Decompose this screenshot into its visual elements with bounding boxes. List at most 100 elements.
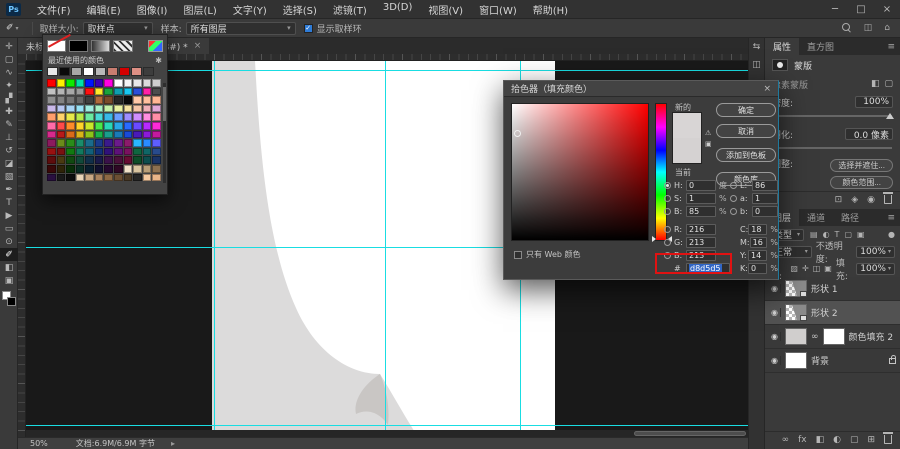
- swatch-108[interactable]: [47, 156, 56, 164]
- swatch-134[interactable]: [66, 173, 75, 182]
- collapsed-panel-icon[interactable]: ◫: [752, 60, 761, 70]
- swatch-131[interactable]: [152, 164, 161, 173]
- swatch-90[interactable]: [104, 139, 114, 147]
- swatch-132[interactable]: [47, 173, 56, 182]
- swatch-33[interactable]: [133, 96, 142, 104]
- status-expand-icon[interactable]: ▸: [171, 439, 175, 448]
- swatch-64[interactable]: [85, 121, 94, 130]
- adjustment-layer-icon[interactable]: ◐: [833, 435, 841, 445]
- new-group-icon[interactable]: ▢: [850, 435, 859, 445]
- mask-visibility-icon[interactable]: ◉: [867, 195, 875, 205]
- color-field-marker[interactable]: [514, 130, 521, 137]
- sample-size-dropdown[interactable]: 取样点 ▾: [82, 21, 153, 35]
- scrollbar-thumb[interactable]: [634, 431, 746, 436]
- swatch-30[interactable]: [104, 96, 114, 104]
- layer-visibility-icon[interactable]: ◉: [769, 284, 781, 293]
- swatch-140[interactable]: [123, 173, 133, 182]
- layer-row-fill-2[interactable]: ◉ ∞ 颜色填充 2: [765, 325, 900, 349]
- swatch-9[interactable]: [133, 79, 142, 87]
- swatch-79[interactable]: [114, 130, 123, 139]
- hex-field[interactable]: d8d5d5: [686, 263, 730, 274]
- swatch-62[interactable]: [66, 121, 75, 130]
- magic-wand-tool[interactable]: ✦: [0, 79, 18, 92]
- recent-swatch-6[interactable]: [119, 67, 130, 76]
- swatch-117[interactable]: [133, 156, 142, 164]
- a-radio[interactable]: [730, 195, 737, 202]
- recent-swatch-4[interactable]: [95, 67, 106, 76]
- B-radio[interactable]: [664, 252, 671, 259]
- swatch-40[interactable]: [85, 104, 94, 113]
- swatch-96[interactable]: [47, 147, 56, 156]
- swatch-129[interactable]: [133, 164, 142, 173]
- swatch-81[interactable]: [133, 130, 142, 139]
- dialog-title-bar[interactable]: 拾色器（填充颜色） ×: [504, 81, 778, 97]
- swatch-49[interactable]: [56, 113, 66, 121]
- swatch-97[interactable]: [56, 147, 66, 156]
- swatch-143[interactable]: [152, 173, 161, 182]
- density-slider[interactable]: [773, 113, 894, 119]
- swatch-50[interactable]: [66, 113, 75, 121]
- swatch-124[interactable]: [85, 164, 94, 173]
- L-radio[interactable]: [730, 182, 737, 189]
- solid-color-icon[interactable]: [69, 40, 89, 52]
- swatch-109[interactable]: [56, 156, 66, 164]
- menu-item-7[interactable]: 3D(D): [375, 2, 421, 17]
- swatch-71[interactable]: [152, 121, 161, 130]
- swatch-84[interactable]: [47, 139, 56, 147]
- guide-vertical-1[interactable]: [214, 61, 215, 437]
- swatch-51[interactable]: [75, 113, 85, 121]
- lock-icon-2[interactable]: ◫: [813, 264, 821, 273]
- swatch-12[interactable]: [47, 87, 56, 96]
- swatch-128[interactable]: [123, 164, 133, 173]
- swatch-133[interactable]: [56, 173, 66, 182]
- swatch-52[interactable]: [85, 113, 94, 121]
- zoom-tool[interactable]: ⊙: [0, 235, 18, 248]
- recent-swatch-8[interactable]: [143, 67, 154, 76]
- gear-icon[interactable]: ✱: [155, 56, 162, 65]
- cancel-button[interactable]: 取消: [716, 124, 776, 138]
- guide-vertical-2[interactable]: [385, 61, 386, 437]
- H-radio[interactable]: [664, 182, 671, 189]
- swatch-76[interactable]: [85, 130, 94, 139]
- swatch-25[interactable]: [56, 96, 66, 104]
- K-field[interactable]: 0: [748, 263, 768, 274]
- add-to-swatches-button[interactable]: 添加到色板: [716, 148, 776, 162]
- lock-icon-3[interactable]: ▣: [824, 264, 832, 273]
- delete-mask-icon[interactable]: [883, 192, 893, 204]
- swatch-89[interactable]: [94, 139, 104, 147]
- swatch-138[interactable]: [104, 173, 114, 182]
- swatch-29[interactable]: [94, 96, 104, 104]
- recent-swatch-5[interactable]: [107, 67, 118, 76]
- swatch-11[interactable]: [152, 79, 161, 87]
- hue-slider-arrow-left[interactable]: [652, 236, 656, 242]
- B-radio[interactable]: [664, 208, 671, 215]
- menu-item-9[interactable]: 窗口(W): [471, 2, 525, 17]
- menu-item-10[interactable]: 帮助(H): [525, 2, 576, 17]
- rectangle-tool[interactable]: ▭: [0, 222, 18, 235]
- swatch-1[interactable]: [56, 79, 66, 87]
- swatch-57[interactable]: [133, 113, 142, 121]
- pen-tool[interactable]: ✒: [0, 183, 18, 196]
- share-icon[interactable]: ⌂: [884, 23, 890, 33]
- dialog-close-icon[interactable]: ×: [763, 84, 771, 94]
- b-field[interactable]: 0: [752, 206, 778, 217]
- swatch-53[interactable]: [94, 113, 104, 121]
- swatch-115[interactable]: [114, 156, 123, 164]
- swatch-102[interactable]: [104, 147, 114, 156]
- layer-visibility-icon[interactable]: ◉: [769, 356, 781, 365]
- swatch-32[interactable]: [123, 96, 133, 104]
- swatch-130[interactable]: [142, 164, 152, 173]
- swatch-123[interactable]: [75, 164, 85, 173]
- type-tool[interactable]: T: [0, 196, 18, 209]
- recent-swatch-3[interactable]: [83, 67, 94, 76]
- add-mask-icon[interactable]: ◧: [816, 435, 825, 445]
- swatch-15[interactable]: [75, 87, 85, 96]
- show-sampling-ring-checkbox[interactable]: ✓: [303, 23, 313, 33]
- Y-field[interactable]: 14: [748, 250, 768, 261]
- swatch-41[interactable]: [94, 104, 104, 113]
- ok-button[interactable]: 确定: [716, 103, 776, 117]
- swatch-10[interactable]: [142, 79, 152, 87]
- swatch-75[interactable]: [75, 130, 85, 139]
- lock-icon-1[interactable]: ✛: [802, 264, 809, 273]
- swatch-43[interactable]: [114, 104, 123, 113]
